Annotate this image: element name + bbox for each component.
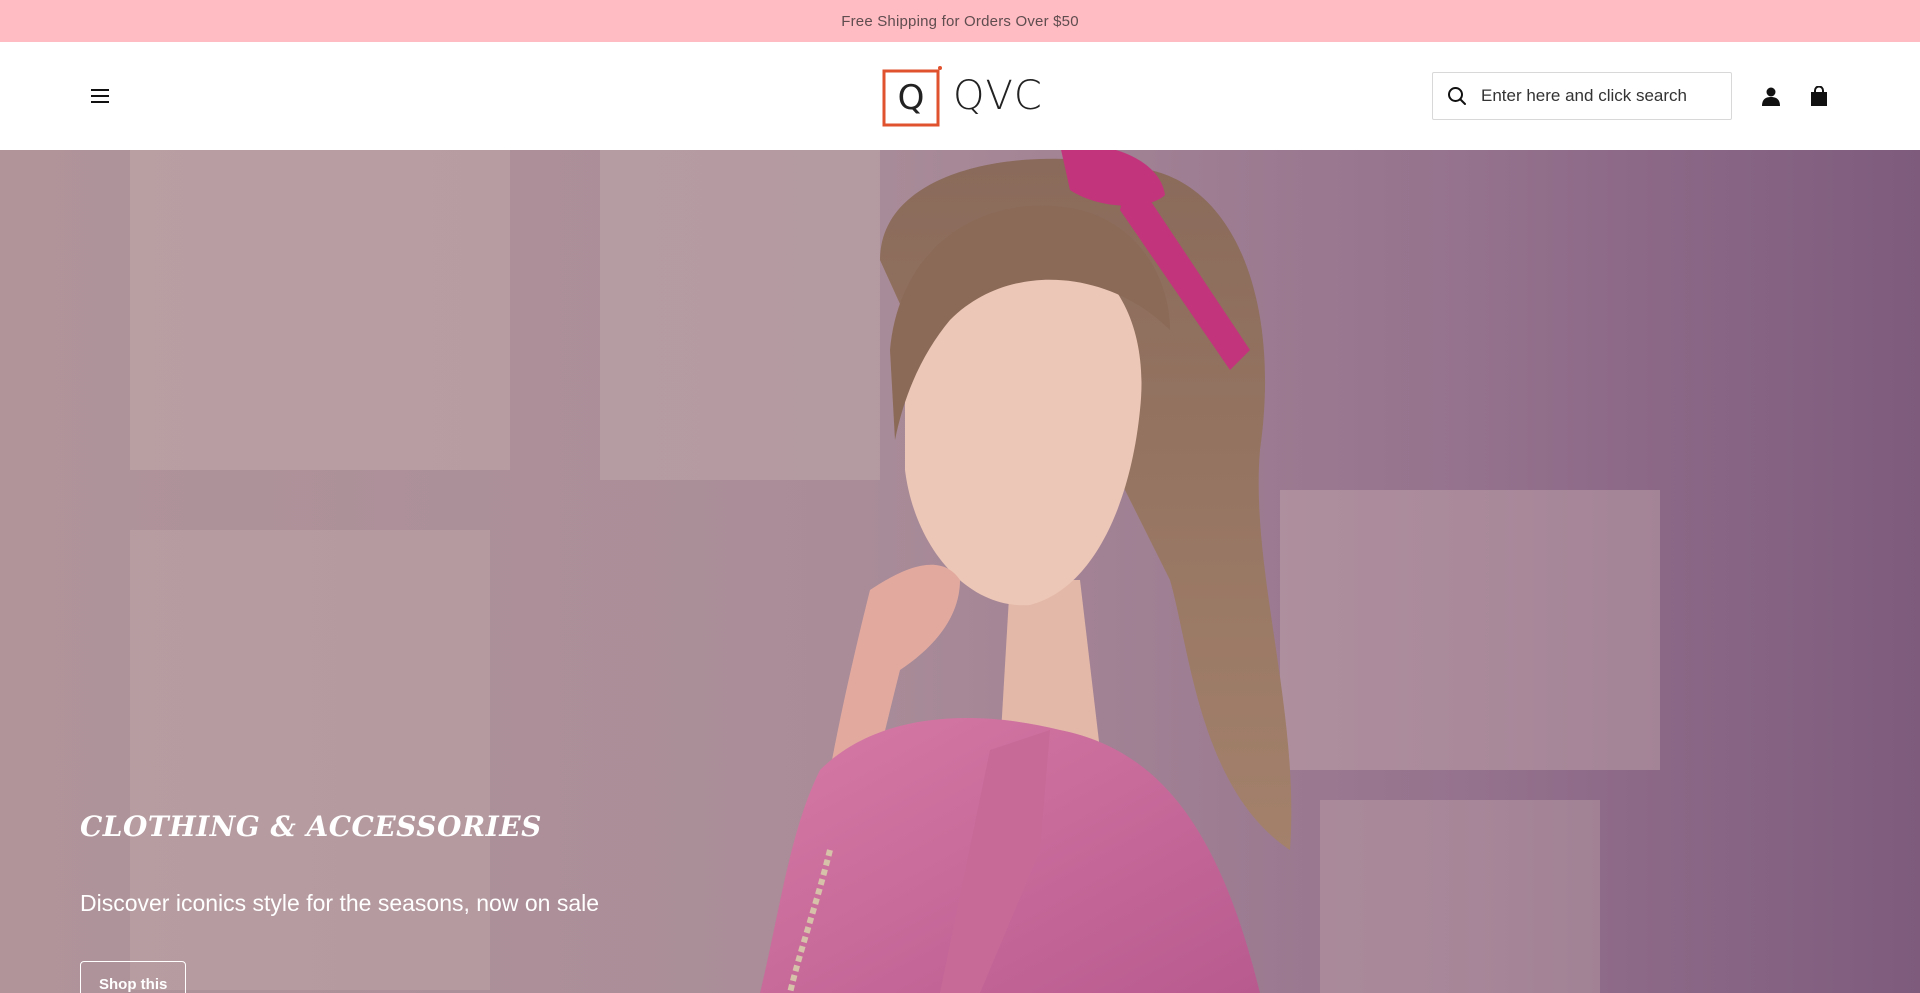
shopping-bag-icon <box>1811 85 1827 106</box>
cart-button[interactable] <box>1805 82 1833 110</box>
site-header: Q QVC <box>0 42 1920 150</box>
menu-button[interactable] <box>84 80 116 112</box>
shop-this-button[interactable]: Shop this <box>80 961 187 993</box>
hamburger-menu-icon <box>91 89 109 103</box>
search-input[interactable] <box>1481 86 1721 106</box>
user-icon <box>1762 87 1780 106</box>
account-button[interactable] <box>1757 82 1785 110</box>
hero-title: CLOTHING & ACCESSORIES <box>80 810 542 843</box>
logo-text: QVC <box>953 73 1043 119</box>
announcement-bar: Free Shipping for Orders Over $50 <box>0 0 1920 42</box>
hero-banner: CLOTHING & ACCESSORIES Discover iconics … <box>0 150 1920 993</box>
search-box[interactable] <box>1432 72 1732 120</box>
site-logo[interactable]: Q QVC <box>881 66 1043 127</box>
qvc-logo-mark: Q <box>882 66 942 127</box>
search-icon[interactable] <box>1445 84 1469 108</box>
announcement-text: Free Shipping for Orders Over $50 <box>841 12 1079 30</box>
hero-image <box>0 150 1920 993</box>
hero-subtitle: Discover iconics style for the seasons, … <box>80 890 600 916</box>
logo-mark-letter: Q <box>898 78 925 118</box>
